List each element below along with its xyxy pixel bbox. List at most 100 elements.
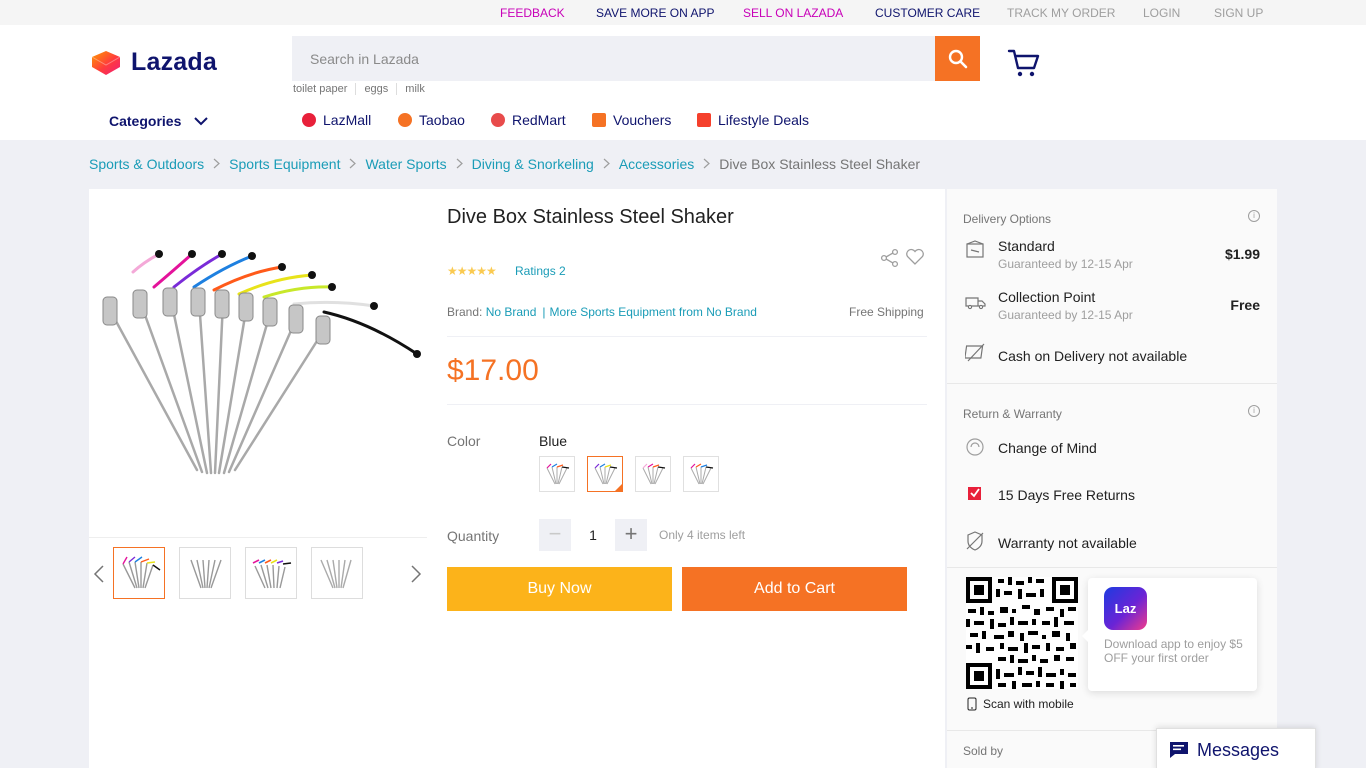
site-header: Lazada toilet paper eggs milk Categories… [0, 25, 1366, 140]
gallery-divider [89, 537, 427, 538]
lifestyle-icon [697, 113, 711, 127]
nav-lifestyle-label: Lifestyle Deals [718, 112, 810, 128]
brand-link[interactable]: No Brand [486, 305, 537, 319]
change-of-mind-icon [966, 438, 984, 456]
quantity-value[interactable]: 1 [571, 519, 615, 551]
redmart-icon [491, 113, 505, 127]
ratings-link[interactable]: Ratings 2 [515, 264, 566, 278]
chat-bubble-icon [1170, 742, 1188, 758]
lazmall-icon [302, 113, 316, 127]
quantity-label: Quantity [447, 528, 500, 544]
lazada-logo[interactable]: Lazada [89, 47, 217, 77]
breadcrumb-diving-snorkeling[interactable]: Diving & Snorkeling [472, 156, 594, 172]
stock-note: Only 4 items left [659, 528, 746, 542]
signup-link[interactable]: SIGN UP [1214, 6, 1263, 20]
nav-lifestyle-deals[interactable]: Lifestyle Deals [697, 112, 809, 128]
breadcrumb-accessories[interactable]: Accessories [619, 156, 694, 172]
nav-lazmall[interactable]: LazMall [302, 112, 371, 128]
nav-taobao[interactable]: Taobao [398, 112, 465, 128]
messages-button[interactable]: Messages [1156, 728, 1316, 768]
product-price: $17.00 [447, 354, 539, 387]
search-suggestions: toilet paper eggs milk [293, 83, 433, 95]
thumb-image [122, 556, 161, 589]
standard-delivery-price: $1.99 [1224, 246, 1260, 262]
cash-on-delivery-icon [965, 343, 985, 362]
login-link[interactable]: LOGIN [1143, 6, 1180, 20]
gallery-thumb-1[interactable] [113, 547, 165, 599]
save-more-on-app-link[interactable]: SAVE MORE ON APP [596, 6, 714, 20]
color-swatch-2-selected[interactable] [587, 456, 623, 492]
add-to-cart-button[interactable]: Add to Cart [682, 567, 907, 611]
color-swatch-3[interactable] [635, 456, 671, 492]
heart-icon[interactable] [905, 248, 925, 266]
warranty-not-available-text: Warranty not available [998, 535, 1137, 551]
warranty-info-icon[interactable]: i [1248, 405, 1260, 417]
categories-label: Categories [109, 113, 182, 129]
gallery-thumb-2[interactable] [179, 547, 231, 599]
breadcrumb-water-sports[interactable]: Water Sports [365, 156, 446, 172]
lazada-app-icon: Laz [1104, 587, 1147, 630]
gallery-thumb-4[interactable] [311, 547, 363, 599]
download-app-qr-code [966, 577, 1078, 689]
change-of-mind-text: Change of Mind [998, 440, 1097, 456]
feedback-link[interactable]: FEEDBACK [500, 6, 565, 20]
quantity-increase-button[interactable]: + [615, 519, 647, 551]
breadcrumb-sports-outdoors[interactable]: Sports & Outdoors [89, 156, 204, 172]
brand-row: Brand: No Brand | More Sports Equipment fr… [447, 305, 757, 319]
app-promo-text: Download app to enjoy $5 OFF your first … [1104, 637, 1243, 665]
gallery-next-icon[interactable] [410, 564, 422, 584]
mobile-phone-icon [967, 697, 977, 711]
buy-now-button[interactable]: Buy Now [447, 567, 672, 611]
side-divider [947, 383, 1277, 384]
cart-button[interactable] [1007, 48, 1041, 78]
collection-point-title: Collection Point [998, 289, 1096, 305]
track-my-order-link[interactable]: TRACK MY ORDER [1007, 6, 1115, 20]
lazada-heart-icon [91, 51, 121, 75]
brand-separator: | [542, 305, 546, 319]
scan-with-mobile: Scan with mobile [967, 697, 1074, 711]
share-icon[interactable] [880, 248, 900, 268]
swatch-image [594, 463, 618, 485]
nav-vouchers[interactable]: Vouchers [592, 112, 671, 128]
free-returns-check-icon [968, 487, 981, 500]
messages-label: Messages [1197, 739, 1280, 760]
breadcrumb: Sports & Outdoors Sports Equipment Water… [89, 156, 920, 172]
suggestion-eggs[interactable]: eggs [355, 83, 396, 95]
thumb-image [252, 559, 292, 589]
gallery-thumb-3[interactable] [245, 547, 297, 599]
color-swatch-1[interactable] [539, 456, 575, 492]
nav-vouchers-label: Vouchers [613, 112, 672, 128]
product-main-image[interactable] [99, 242, 427, 478]
voucher-icon [592, 113, 606, 127]
color-value: Blue [539, 433, 568, 449]
chevron-down-icon [194, 117, 209, 126]
more-from-brand-link[interactable]: More Sports Equipment from No Brand [550, 305, 757, 319]
warranty-shield-icon [966, 531, 984, 551]
side-divider [947, 567, 1277, 568]
promo-card-pointer [1082, 628, 1090, 644]
chevron-right-icon [456, 156, 463, 172]
nav-redmart[interactable]: RedMart [491, 112, 566, 128]
search-button[interactable] [935, 36, 980, 81]
gallery-prev-icon[interactable] [93, 564, 105, 584]
collection-point-icon [965, 297, 986, 310]
standard-delivery-date: Guaranteed by 12-15 Apr [998, 257, 1133, 271]
search-input[interactable] [292, 36, 935, 81]
return-warranty-header: Return & Warranty [963, 407, 1062, 421]
chevron-right-icon [213, 156, 221, 172]
quantity-decrease-button[interactable]: − [539, 519, 571, 551]
thumb-image [320, 559, 352, 589]
sold-by-label: Sold by [963, 744, 1004, 758]
categories-dropdown[interactable]: Categories [109, 113, 209, 129]
app-promo-card[interactable]: Laz Download app to enjoy $5 OFF your fi… [1088, 578, 1257, 691]
color-swatch-4[interactable] [683, 456, 719, 492]
sell-on-lazada-link[interactable]: SELL ON LAZADA [743, 6, 843, 20]
customer-care-link[interactable]: CUSTOMER CARE [875, 6, 980, 20]
search-icon [948, 49, 967, 68]
delivery-info-icon[interactable]: i [1248, 210, 1260, 222]
breadcrumb-sports-equipment[interactable]: Sports Equipment [229, 156, 340, 172]
free-returns-text: 15 Days Free Returns [998, 487, 1135, 503]
suggestion-milk[interactable]: milk [396, 83, 433, 95]
nav-lazmall-label: LazMall [323, 112, 372, 128]
suggestion-toilet-paper[interactable]: toilet paper [293, 83, 355, 95]
